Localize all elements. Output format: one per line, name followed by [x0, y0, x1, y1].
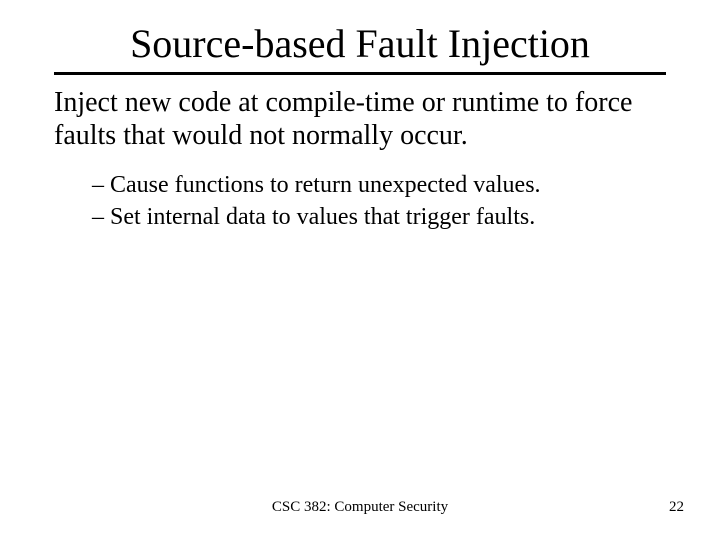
sub-list: – Cause functions to return unexpected v…	[92, 170, 666, 234]
footer-course: CSC 382: Computer Security	[0, 499, 720, 516]
slide: Source-based Fault Injection Inject new …	[0, 0, 720, 540]
list-item: – Set internal data to values that trigg…	[92, 202, 666, 232]
list-item: – Cause functions to return unexpected v…	[92, 170, 666, 200]
slide-title: Source-based Fault Injection	[0, 20, 720, 67]
page-number: 22	[669, 499, 684, 516]
body-text: Inject new code at compile-time or runti…	[54, 86, 666, 152]
title-underline	[54, 72, 666, 75]
